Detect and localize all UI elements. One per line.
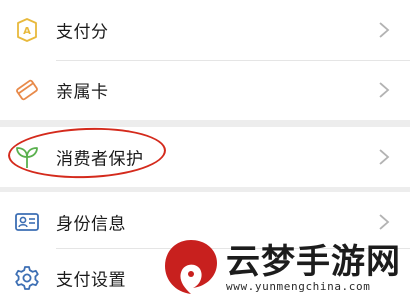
watermark-title: 云梦手游网 <box>226 242 401 282</box>
id-card-icon <box>15 213 39 231</box>
sprout-icon <box>16 147 38 168</box>
menu-item-family-card[interactable]: 亲属卡 <box>0 60 410 120</box>
menu-item-label: 亲属卡 <box>56 82 109 103</box>
menu-item-label: 支付分 <box>56 22 109 43</box>
gear-icon <box>15 266 39 290</box>
watermark-url: www.yunmengchina.com <box>226 280 371 293</box>
watermark-logo-icon <box>165 240 217 294</box>
chevron-right-icon <box>379 82 390 98</box>
family-card-icon <box>16 79 38 101</box>
menu-item-label: 支付设置 <box>56 270 126 291</box>
menu-item-pay-score[interactable]: A 支付分 <box>0 0 410 60</box>
chevron-right-icon <box>379 22 390 38</box>
chevron-right-icon <box>379 214 390 230</box>
menu-group-2: 消费者保护 <box>0 127 410 187</box>
menu-item-consumer-protection[interactable]: 消费者保护 <box>0 127 410 187</box>
score-badge-icon: A <box>17 18 37 42</box>
menu-item-label: 消费者保护 <box>56 149 144 170</box>
watermark: 云梦手游网 www.yunmengchina.com <box>160 232 410 302</box>
menu-group-1: A 支付分 亲属卡 <box>0 0 410 120</box>
svg-text:A: A <box>23 26 31 37</box>
menu-item-label: 身份信息 <box>56 214 126 235</box>
chevron-right-icon <box>379 149 390 165</box>
